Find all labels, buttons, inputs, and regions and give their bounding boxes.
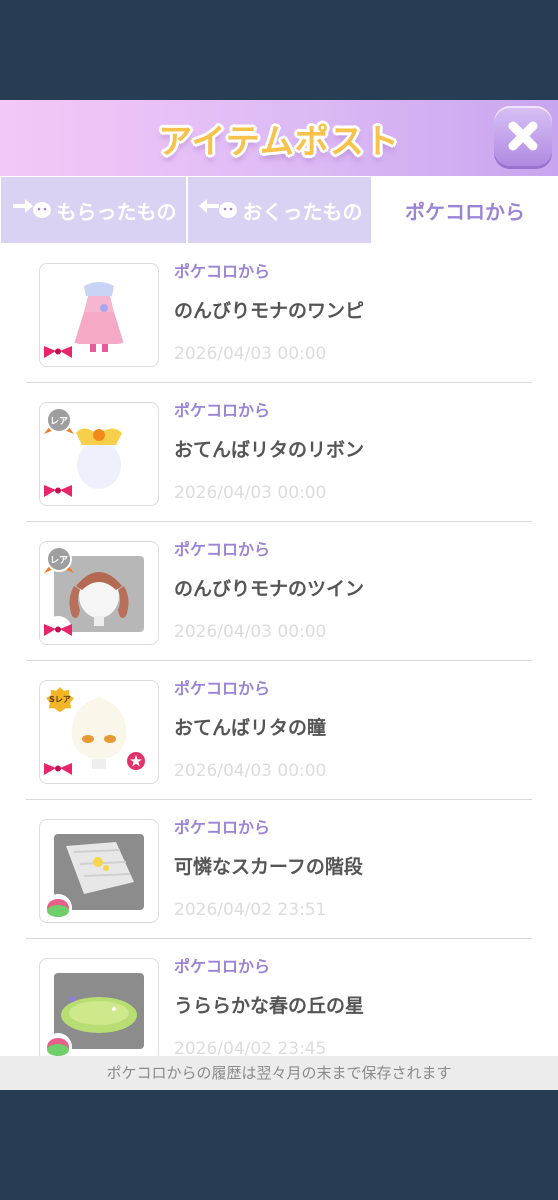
list-item[interactable]: レア ポケコロから おてんばリタのリボン 2026/04/03 00:00 xyxy=(26,383,532,522)
item-source: ポケコロから xyxy=(174,401,271,420)
list-item[interactable]: レア ポケコロから のんびりモナのツイン 2026/04/03 00:00 xyxy=(26,522,532,661)
item-source: ポケコロから xyxy=(174,540,271,559)
item-source: ポケコロから xyxy=(174,262,271,281)
item-post-panel: アイテムポスト もらったもの おくったもの ポケコロから ポケコロから のんびり… xyxy=(0,100,558,1090)
item-name: うららかな春の丘の星 xyxy=(174,995,365,1017)
item-date: 2026/04/03 00:00 xyxy=(174,622,327,642)
tab-bar: もらったもの おくったもの ポケコロから xyxy=(0,176,558,244)
panel-header: アイテムポスト xyxy=(0,100,558,176)
tab-sent[interactable]: おくったもの xyxy=(187,176,372,244)
received-arrow-icon xyxy=(11,195,53,226)
item-name: 可憐なスカーフの階段 xyxy=(174,856,363,878)
list-item[interactable]: ポケコロから のんびりモナのワンピ 2026/04/03 00:00 xyxy=(26,244,532,383)
close-button[interactable] xyxy=(494,106,552,166)
list-item[interactable]: ポケコロから 可憐なスカーフの階段 2026/04/02 23:51 xyxy=(26,800,532,939)
rarity-label: Sレア xyxy=(49,695,71,704)
pink-bow-icon xyxy=(44,616,72,644)
close-icon xyxy=(508,121,538,151)
item-thumbnail: Sレア xyxy=(39,680,159,784)
rarity-label: レア xyxy=(50,416,68,427)
item-thumbnail xyxy=(39,819,159,923)
rarity-label: レア xyxy=(50,555,68,566)
rarity-badge-icon: レア xyxy=(44,407,74,434)
tab-pokecolo[interactable]: ポケコロから xyxy=(372,176,558,244)
item-name: のんびりモナのツイン xyxy=(174,578,365,600)
item-thumbnail: レア xyxy=(39,402,159,506)
star-badge-icon xyxy=(127,752,145,770)
list-item[interactable]: Sレア ポケコロから おてんばリタの瞳 2026/04/03 00:00 xyxy=(26,661,532,800)
pink-bow-icon xyxy=(44,477,72,505)
rarity-badge-icon: Sレア xyxy=(43,684,77,714)
item-thumbnail xyxy=(39,263,159,367)
history-retention-note: ポケコロからの履歴は翌々月の末まで保存されます xyxy=(0,1056,558,1090)
item-date: 2026/04/03 00:00 xyxy=(174,483,327,503)
tab-pokecolo-label: ポケコロから xyxy=(405,199,525,224)
item-date: 2026/04/03 00:00 xyxy=(174,344,327,364)
page-title: アイテムポスト xyxy=(158,122,400,162)
tab-sent-label: おくったもの xyxy=(242,199,363,224)
item-date: 2026/04/02 23:51 xyxy=(174,900,327,920)
rarity-badge-icon: レア xyxy=(44,546,74,573)
item-thumbnail xyxy=(39,958,159,1062)
sent-arrow-icon xyxy=(197,195,239,226)
item-name: のんびりモナのワンピ xyxy=(174,300,365,322)
item-thumbnail: レア xyxy=(39,541,159,645)
item-date: 2026/04/03 00:00 xyxy=(174,761,327,781)
pink-bow-icon xyxy=(44,755,72,783)
item-name: おてんばリタの瞳 xyxy=(174,717,327,739)
item-source: ポケコロから xyxy=(174,818,271,837)
item-source: ポケコロから xyxy=(174,679,271,698)
tab-received[interactable]: もらったもの xyxy=(0,176,187,244)
room-item-icon xyxy=(44,894,72,922)
tab-received-label: もらったもの xyxy=(56,199,177,224)
item-source: ポケコロから xyxy=(174,957,271,976)
item-name: おてんばリタのリボン xyxy=(174,439,365,461)
pink-bow-icon xyxy=(44,338,72,366)
